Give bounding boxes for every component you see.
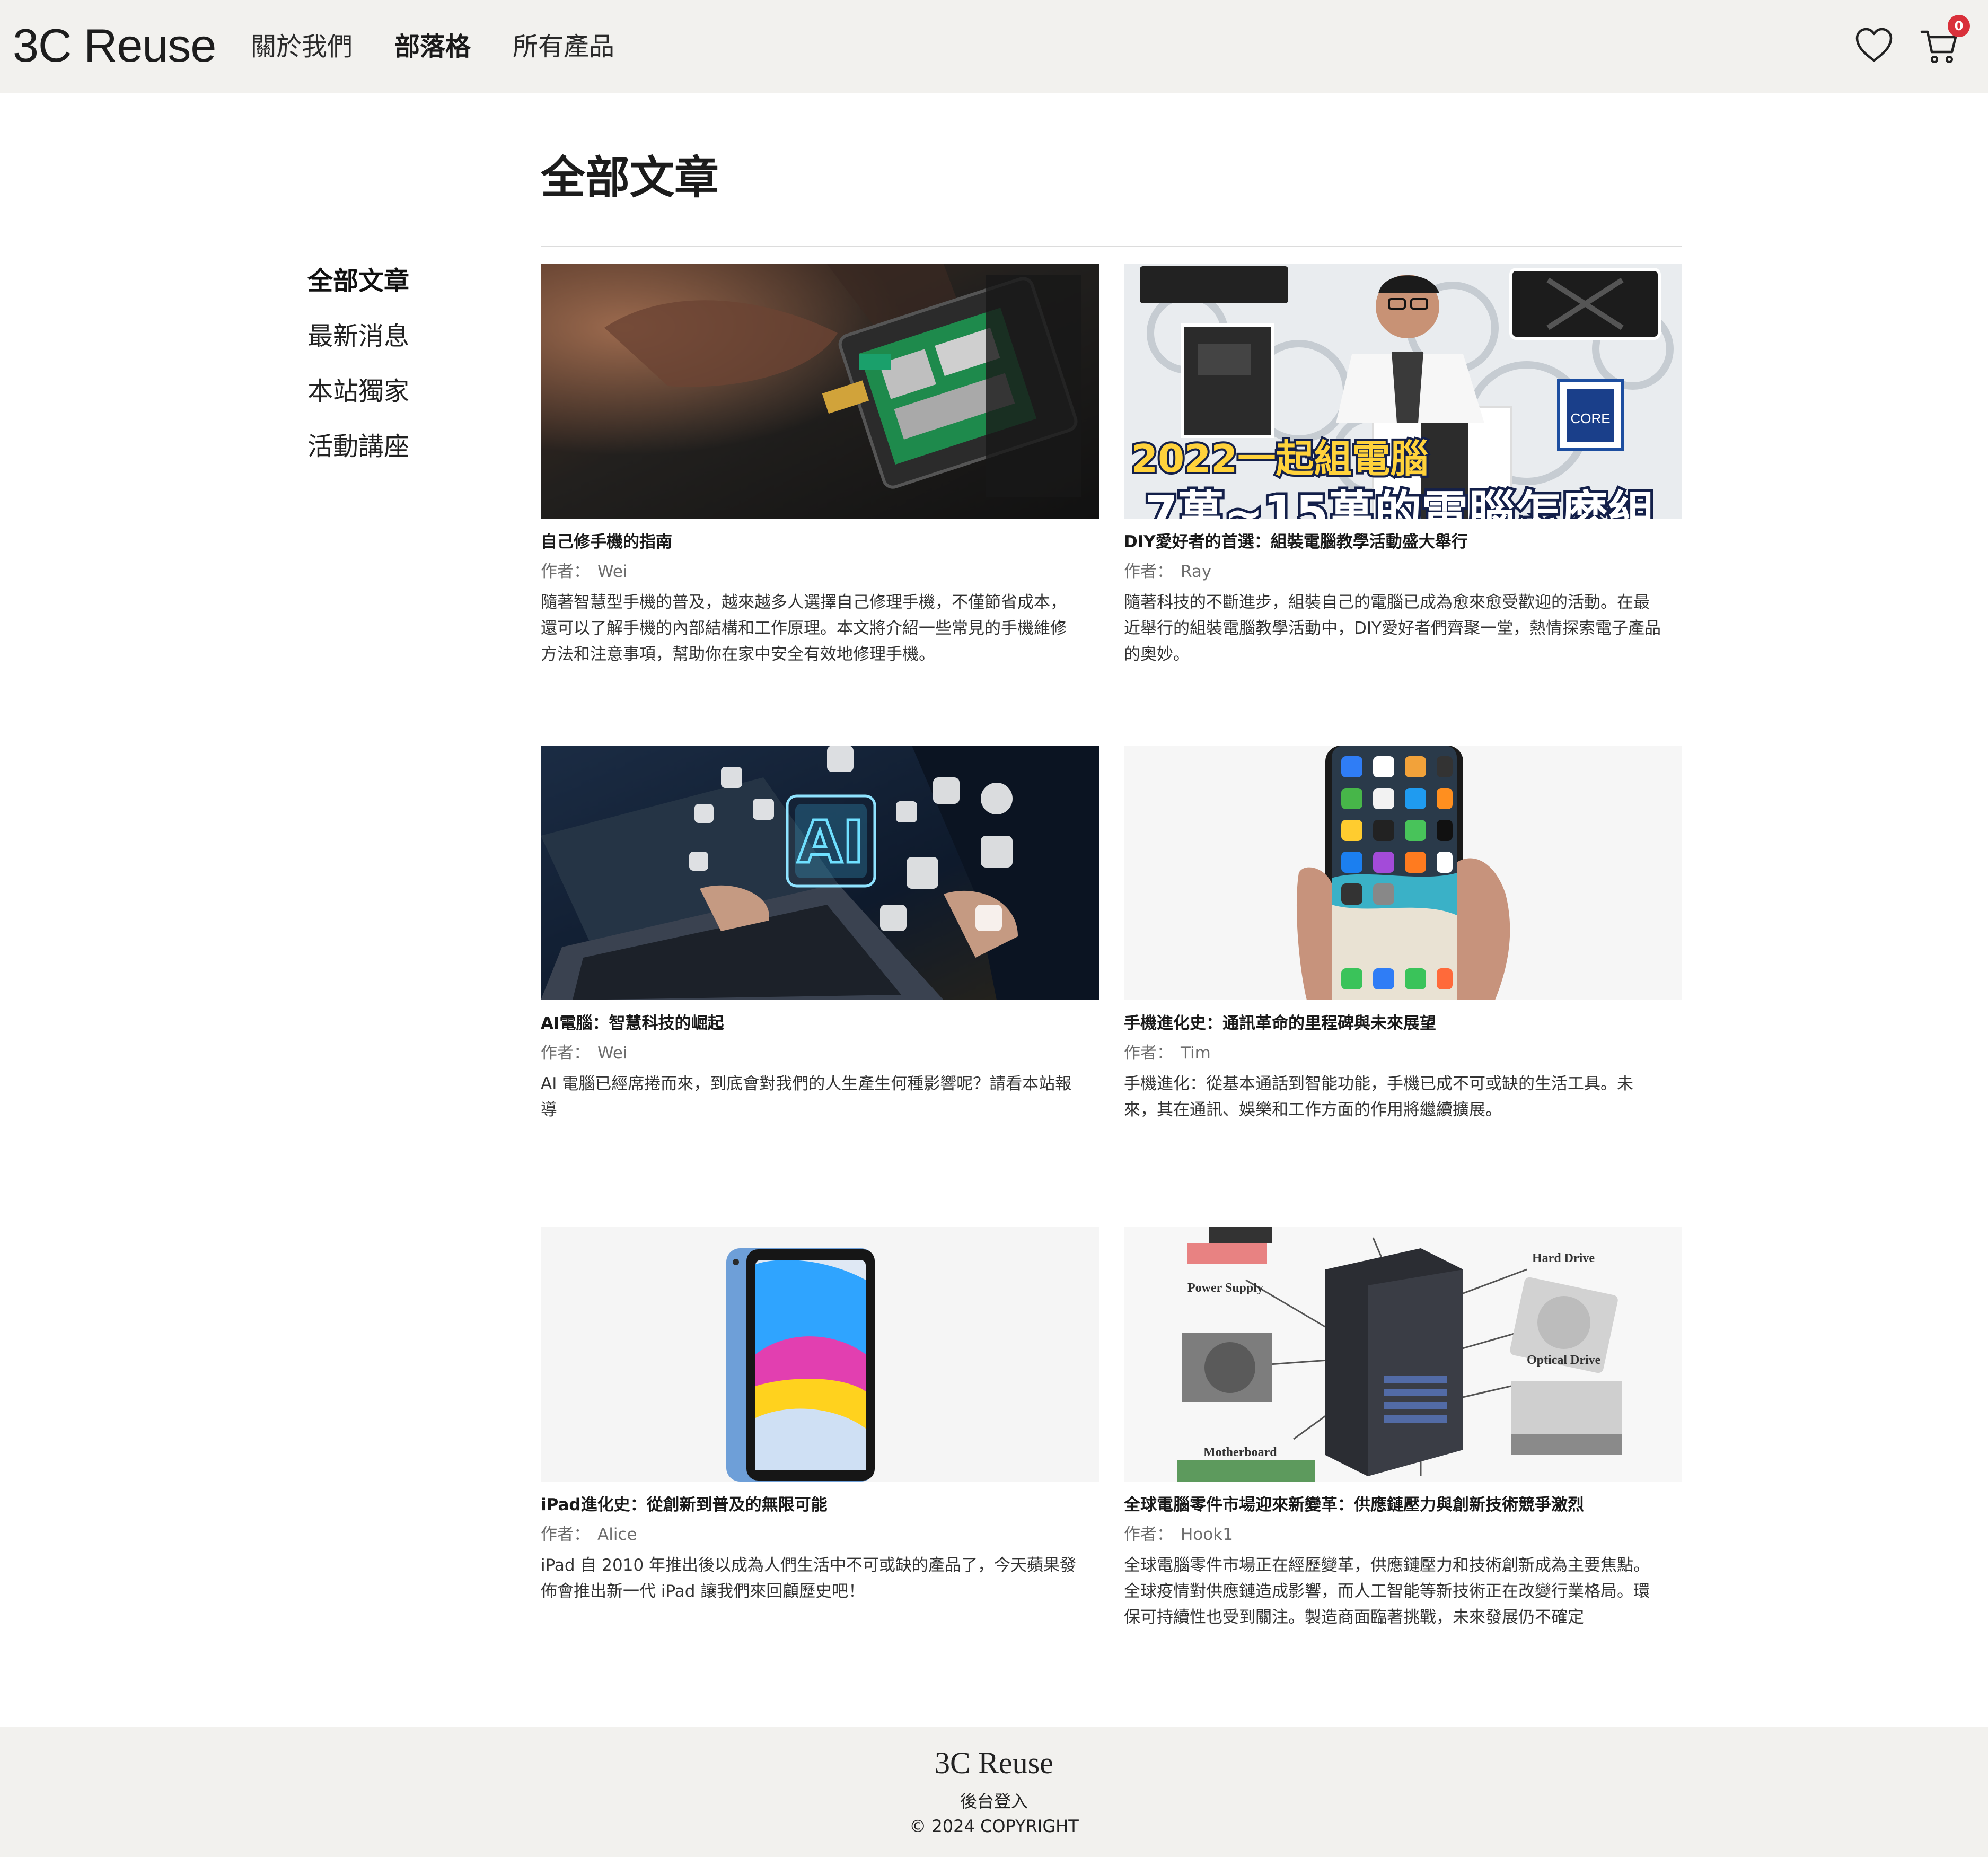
- admin-login-link[interactable]: 後台登入: [960, 1791, 1028, 1811]
- article-card: iPad進化史：從創新到普及的無限可能 作者： Alice iPad 自 2010…: [541, 1227, 1099, 1651]
- article-image-ipad[interactable]: [541, 1227, 1099, 1482]
- heart-icon[interactable]: [1855, 28, 1893, 65]
- excerpt-line: 方法和注意事項，幫助你在家中安全有效地修理手機。: [541, 645, 935, 664]
- article-card: Hard Drive Power Supply Optical Drive Mo…: [1124, 1227, 1682, 1651]
- article-excerpt: 手機進化：從基本通話到智能功能，手機已成不可或缺的生活工具。未 來，其在通訊、娛…: [1124, 1071, 1682, 1123]
- excerpt-line: 手機進化：從基本通話到智能功能，手機已成不可或缺的生活工具。未: [1124, 1074, 1633, 1093]
- article-title[interactable]: 手機進化史：通訊革命的里程碑與未來展望: [1124, 1012, 1436, 1035]
- article-excerpt: 全球電腦零件市場正在經歷變革，供應鏈壓力和技術創新成為主要焦點。 全球疫情對供應…: [1124, 1553, 1682, 1631]
- article-title[interactable]: 全球電腦零件市場迎來新變革：供應鏈壓力與創新技術競爭激烈: [1124, 1493, 1584, 1517]
- excerpt-line: 隨著智慧型手機的普及，越來越多人選擇自己修理手機，不僅節省成本，: [541, 593, 1067, 612]
- author-label: 作者：: [1124, 562, 1173, 581]
- article-title[interactable]: iPad進化史：從創新到普及的無限可能: [541, 1493, 828, 1517]
- article-image-phone-repair[interactable]: [541, 264, 1099, 519]
- article-title[interactable]: 自己修手機的指南: [541, 530, 672, 554]
- sidebar-item-events[interactable]: 活動講座: [307, 430, 409, 463]
- author-label: 作者：: [541, 1525, 590, 1544]
- excerpt-line: 的奧妙。: [1124, 645, 1190, 664]
- article-author: 作者： Wei: [541, 560, 628, 583]
- article-image-diy-pc[interactable]: CORE 2022一起組電腦 7萬~15萬的電腦怎麼組: [1124, 264, 1682, 519]
- cpu-box-label: CORE: [1570, 410, 1610, 426]
- author-label: 作者：: [1124, 1525, 1173, 1544]
- excerpt-line: 保可持續性也受到關注。製造商面臨著挑戰，未來發展仍不確定: [1124, 1608, 1584, 1627]
- page-title: 全部文章: [541, 152, 719, 204]
- thumbnail-subtitle-text: 7萬~15萬的電腦怎麼組: [1145, 486, 1655, 519]
- article-excerpt: 隨著智慧型手機的普及，越來越多人選擇自己修理手機，不僅節省成本， 還可以了解手機…: [541, 590, 1099, 668]
- nav-blog[interactable]: 部落格: [394, 31, 471, 63]
- article-card: CORE 2022一起組電腦 7萬~15萬的電腦怎麼組 DIY愛好者的首選：組裝…: [1124, 264, 1682, 688]
- footer-admin-row: 後台登入: [0, 1790, 1988, 1813]
- article-card: 手機進化史：通訊革命的里程碑與未來展望 作者： Tim 手機進化：從基本通話到智能…: [1124, 746, 1682, 1170]
- article-card: 自己修手機的指南 作者： Wei 隨著智慧型手機的普及，越來越多人選擇自己修理手機…: [541, 264, 1099, 688]
- article-image-ai-computer[interactable]: AI: [541, 746, 1099, 1000]
- article-author: 作者： Wei: [541, 1041, 628, 1065]
- excerpt-line: 近舉行的組裝電腦教學活動中，DIY愛好者們齊聚一堂，熱情探索電子產品: [1124, 619, 1661, 638]
- article-image-phone-evolution[interactable]: [1124, 746, 1682, 1000]
- author-name: Tim: [1181, 1044, 1211, 1063]
- cart-count-badge: 0: [1948, 15, 1970, 37]
- nav-all-products[interactable]: 所有產品: [513, 31, 614, 63]
- article-author: 作者： Hook1: [1124, 1523, 1233, 1546]
- excerpt-line: 佈會推出新一代 iPad 讓我們來回顧歷史吧！: [541, 1582, 865, 1601]
- article-card: AI AI電腦：智慧科技的崛起 作者： Wei AI 電腦已經席捲而來，到底會對我…: [541, 746, 1099, 1170]
- footer-logo: 3C Reuse: [0, 1745, 1988, 1782]
- label-motherboard: Motherboard: [1203, 1446, 1277, 1459]
- nav-about[interactable]: 關於我們: [251, 31, 353, 63]
- author-name: Alice: [597, 1525, 637, 1544]
- article-title[interactable]: AI電腦：智慧科技的崛起: [541, 1012, 724, 1035]
- footer-logo-text[interactable]: 3C Reuse: [935, 1746, 1053, 1780]
- sidebar-item-all-articles[interactable]: 全部文章: [307, 265, 409, 297]
- excerpt-line: 隨著科技的不斷進步，組裝自己的電腦已成為愈來愈受歡迎的活動。在最: [1124, 593, 1650, 612]
- excerpt-line: 全球電腦零件市場正在經歷變革，供應鏈壓力和技術創新成為主要焦點。: [1124, 1556, 1650, 1575]
- author-label: 作者：: [541, 1044, 590, 1063]
- excerpt-line: 全球疫情對供應鏈造成影響，而人工智能等新技術正在改變行業格局。環: [1124, 1582, 1650, 1601]
- author-label: 作者：: [1124, 1044, 1173, 1063]
- sidebar-item-latest-news[interactable]: 最新消息: [307, 320, 409, 353]
- label-power-supply: Power Supply: [1187, 1281, 1263, 1295]
- excerpt-line: 導: [541, 1100, 557, 1119]
- article-author: 作者： Ray: [1124, 560, 1211, 583]
- excerpt-line: 來，其在通訊、娛樂和工作方面的作用將繼續擴展。: [1124, 1100, 1502, 1119]
- article-title[interactable]: DIY愛好者的首選：組裝電腦教學活動盛大舉行: [1124, 530, 1468, 554]
- article-image-pc-parts[interactable]: Hard Drive Power Supply Optical Drive Mo…: [1124, 1227, 1682, 1482]
- sidebar-item-exclusive[interactable]: 本站獨家: [307, 375, 409, 408]
- site-logo[interactable]: 3C Reuse: [13, 19, 216, 72]
- label-optical-drive: Optical Drive: [1527, 1353, 1601, 1367]
- author-name: Wei: [597, 562, 628, 581]
- author-label: 作者：: [541, 562, 590, 581]
- article-author: 作者： Tim: [1124, 1041, 1211, 1065]
- author-name: Ray: [1181, 562, 1212, 581]
- article-excerpt: 隨著科技的不斷進步，組裝自己的電腦已成為愈來愈受歡迎的活動。在最 近舉行的組裝電…: [1124, 590, 1682, 668]
- thumbnail-title-text: 2022一起組電腦: [1131, 436, 1428, 481]
- excerpt-line: AI 電腦已經席捲而來，到底會對我們的人生產生何種影響呢？請看本站報: [541, 1074, 1072, 1093]
- author-name: Hook1: [1181, 1525, 1233, 1544]
- article-author: 作者： Alice: [541, 1523, 637, 1546]
- title-divider: [541, 246, 1682, 247]
- article-excerpt: AI 電腦已經席捲而來，到底會對我們的人生產生何種影響呢？請看本站報 導: [541, 1071, 1099, 1123]
- article-excerpt: iPad 自 2010 年推出後以成為人們生活中不可或缺的產品了，今天蘋果發 佈…: [541, 1553, 1099, 1605]
- ai-hologram-label: AI: [797, 808, 864, 876]
- label-hard-drive: Hard Drive: [1532, 1251, 1595, 1265]
- excerpt-line: iPad 自 2010 年推出後以成為人們生活中不可或缺的產品了，今天蘋果發: [541, 1556, 1077, 1575]
- author-name: Wei: [597, 1044, 628, 1063]
- excerpt-line: 還可以了解手機的內部結構和工作原理。本文將介紹一些常見的手機維修: [541, 619, 1067, 638]
- copyright-text: © 2024 COPYRIGHT: [909, 1816, 1079, 1836]
